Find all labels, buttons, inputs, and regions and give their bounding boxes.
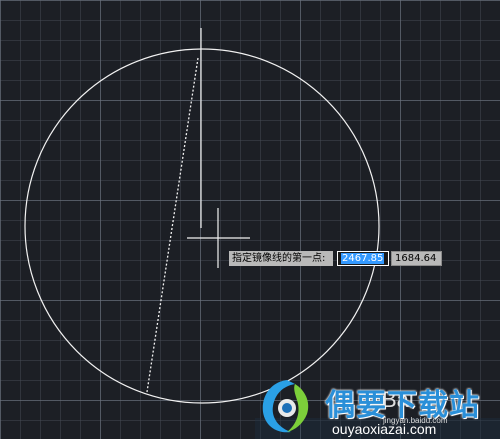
mirror-rubberband-line: [146, 57, 199, 393]
site-logo-icon: [262, 380, 309, 433]
crosshair-cursor-icon: [187, 28, 250, 268]
circle-entity[interactable]: [24, 48, 380, 404]
watermark-site-url: ouyaoxiazai.com: [332, 421, 437, 437]
dynamic-input-x-field[interactable]: 2467.85: [337, 251, 389, 266]
watermark: Bai 偶要下载站 jingyan.baidu.com ouyaoxiazai.…: [255, 370, 500, 439]
dynamic-input-y-field[interactable]: 1684.64: [391, 251, 442, 266]
dynamic-input-prompt: 指定镜像线的第一点:: [229, 251, 333, 266]
x-value-selected: 2467.85: [341, 253, 385, 264]
